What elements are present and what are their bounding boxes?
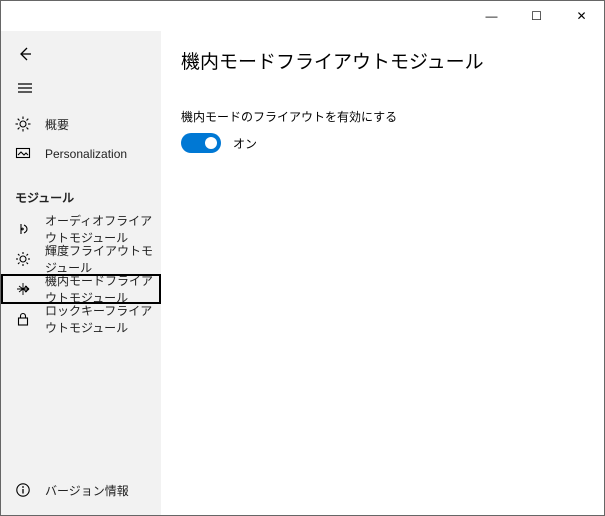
hamburger-icon [17,80,33,96]
close-button[interactable]: ✕ [559,1,604,31]
sidebar-item-brightness[interactable]: 輝度フライアウトモジュール [1,244,161,274]
sidebar-item-label: オーディオフライアウトモジュール [45,212,161,246]
sidebar-item-label: バージョン情報 [45,482,129,499]
back-arrow-icon [17,46,33,62]
hamburger-button[interactable] [1,71,161,105]
sidebar-item-label: 機内モードフライアウトモジュール [45,272,161,306]
sidebar-item-lockkeys[interactable]: ロックキーフライアウトモジュール [1,304,161,334]
sidebar-item-label: ロックキーフライアウトモジュール [45,302,161,336]
audio-icon [15,221,31,237]
sidebar-header [1,31,161,109]
sidebar: 概要 Personalization モジュール オーデ [1,31,161,515]
toggle-knob [205,137,217,149]
brightness-icon [15,251,31,267]
minimize-button[interactable]: — [469,1,514,31]
title-bar: — ☐ ✕ [1,1,604,31]
page-title: 機内モードフライアウトモジュール [181,47,584,74]
sidebar-item-label: Personalization [45,147,127,161]
lock-icon [15,311,31,327]
airplane-icon [15,281,31,297]
sidebar-item-airplane[interactable]: 機内モードフライアウトモジュール [1,274,161,304]
toggle-state-label: オン [233,135,257,152]
sidebar-item-personalization[interactable]: Personalization [1,139,161,169]
gear-icon [15,116,31,132]
personalization-icon [15,146,31,162]
sidebar-item-overview[interactable]: 概要 [1,109,161,139]
window-body: 概要 Personalization モジュール オーデ [1,31,604,515]
setting-label: 機内モードのフライアウトを有効にする [181,108,584,125]
info-icon [15,482,31,498]
sidebar-footer: バージョン情報 [1,475,161,515]
sidebar-section-modules: モジュール [1,169,161,214]
enable-toggle[interactable] [181,133,221,153]
sidebar-item-label: 輝度フライアウトモジュール [45,242,161,276]
settings-window: — ☐ ✕ [0,0,605,516]
toggle-row: オン [181,133,584,153]
sidebar-item-audio[interactable]: オーディオフライアウトモジュール [1,214,161,244]
maximize-button[interactable]: ☐ [514,1,559,31]
content-area: 機内モードフライアウトモジュール 機内モードのフライアウトを有効にする オン [161,31,604,515]
sidebar-item-label: 概要 [45,116,69,133]
sidebar-item-version[interactable]: バージョン情報 [1,475,161,505]
back-button[interactable] [1,37,161,71]
